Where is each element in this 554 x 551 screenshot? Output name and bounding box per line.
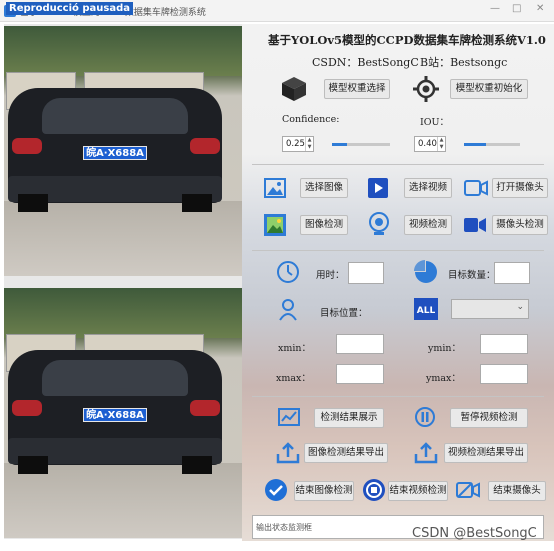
- upload-icon: [414, 442, 438, 464]
- cube-icon: [282, 77, 306, 101]
- original-image: 皖A·X688A: [4, 26, 242, 276]
- image-panel: 皖A·X688A 皖A·X688A: [4, 24, 242, 539]
- all-badge-text: ALL: [417, 306, 436, 316]
- clock-icon: [277, 261, 299, 283]
- select-weights-button[interactable]: 模型权重选择: [324, 79, 390, 99]
- webcam-icon: [369, 212, 389, 235]
- video-detect-button[interactable]: 视频检测: [404, 215, 452, 235]
- video-file-icon: [368, 178, 388, 198]
- all-targets-icon: ALL: [414, 298, 438, 320]
- end-camera-button[interactable]: 结束摄像头: [488, 481, 546, 501]
- divider: [252, 396, 544, 397]
- open-camera-button[interactable]: 打开摄像头: [492, 178, 548, 198]
- confidence-value: 0.25: [286, 139, 305, 149]
- xmin-label: xmin：: [278, 343, 312, 354]
- camera-detect-button[interactable]: 摄像头检测: [492, 215, 548, 235]
- iou-spinbox[interactable]: 0.40 ▲ ▼: [414, 136, 446, 152]
- end-video-detect-button[interactable]: 结束视频检测: [388, 481, 448, 501]
- xmax-label: xmax：: [276, 373, 311, 384]
- chart-display-icon: [278, 408, 300, 426]
- control-panel: 基于YOLOv5模型的CCPD数据集车牌检测系统V1.0 CSDN：BestSo…: [242, 24, 554, 541]
- license-plate: 皖A·X688A: [83, 408, 147, 422]
- init-weights-button[interactable]: 模型权重初始化: [450, 79, 528, 99]
- pause-video-button[interactable]: 暂停视频检测: [450, 408, 528, 428]
- check-circle-icon: [265, 479, 287, 501]
- ymin-field: [480, 334, 528, 354]
- ymax-label: ymax：: [426, 373, 461, 384]
- export-video-results-button[interactable]: 视频检测结果导出: [444, 443, 528, 463]
- pause-icon: [415, 407, 435, 427]
- app-title: 基于YOLOv5模型的CCPD数据集车牌检测系统V1.0: [268, 33, 546, 47]
- watermark: CSDN @BestSongC: [412, 526, 537, 541]
- bilibili-credit: B站：Bestsongc: [420, 56, 508, 69]
- chevron-down-icon: ⌄: [516, 302, 524, 312]
- confidence-label: Confidence:: [282, 114, 340, 125]
- license-plate: 皖A·X688A: [83, 146, 147, 160]
- settings-target-icon: [413, 76, 439, 102]
- show-results-button[interactable]: 检测结果展示: [314, 408, 384, 428]
- iou-slider[interactable]: [464, 143, 520, 146]
- minimize-button[interactable]: —: [490, 3, 500, 14]
- paused-badge: Reproducció pausada: [6, 2, 133, 15]
- iou-label: IOU：: [420, 117, 450, 128]
- csdn-credit: CSDN：BestSongC: [312, 56, 419, 69]
- image-detect-button[interactable]: 图像检测: [300, 215, 348, 235]
- position-label: 目标位置：: [320, 308, 368, 319]
- camera-icon: [464, 180, 488, 196]
- status-placeholder: 输出状态监测框: [256, 523, 312, 532]
- maximize-button[interactable]: □: [512, 3, 521, 14]
- select-video-button[interactable]: 选择视频: [404, 178, 452, 198]
- stop-circle-icon: [363, 479, 385, 501]
- select-image-button[interactable]: 选择图像: [300, 178, 348, 198]
- ymax-field: [480, 364, 528, 384]
- upload-icon: [276, 442, 300, 464]
- divider: [252, 250, 544, 251]
- time-field: [348, 262, 384, 284]
- target-select[interactable]: ⌄: [451, 299, 529, 319]
- pie-chart-icon: [414, 260, 437, 283]
- xmin-field: [336, 334, 384, 354]
- close-button[interactable]: ✕: [536, 3, 544, 14]
- image-icon: [264, 178, 286, 198]
- window-titlebar: 基于YOLOv5模型的CCPD数据集车牌检测系统 Reproducció pau…: [0, 0, 554, 22]
- divider: [252, 164, 544, 165]
- video-camera-icon: [464, 218, 486, 232]
- confidence-spinbox[interactable]: 0.25 ▲ ▼: [282, 136, 314, 152]
- time-label: 用时：: [316, 270, 345, 281]
- camera-off-icon: [456, 482, 480, 498]
- iou-value: 0.40: [418, 139, 437, 149]
- count-label: 目标数量：: [448, 270, 496, 281]
- person-location-icon: [279, 299, 297, 321]
- export-image-results-button[interactable]: 图像检测结果导出: [304, 443, 388, 463]
- end-image-detect-button[interactable]: 结束图像检测: [294, 481, 354, 501]
- xmax-field: [336, 364, 384, 384]
- detected-image: 皖A·X688A: [4, 288, 242, 538]
- count-field: [494, 262, 530, 284]
- confidence-slider[interactable]: [332, 143, 390, 146]
- image-detect-icon: [264, 214, 286, 236]
- ymin-label: ymin：: [428, 343, 462, 354]
